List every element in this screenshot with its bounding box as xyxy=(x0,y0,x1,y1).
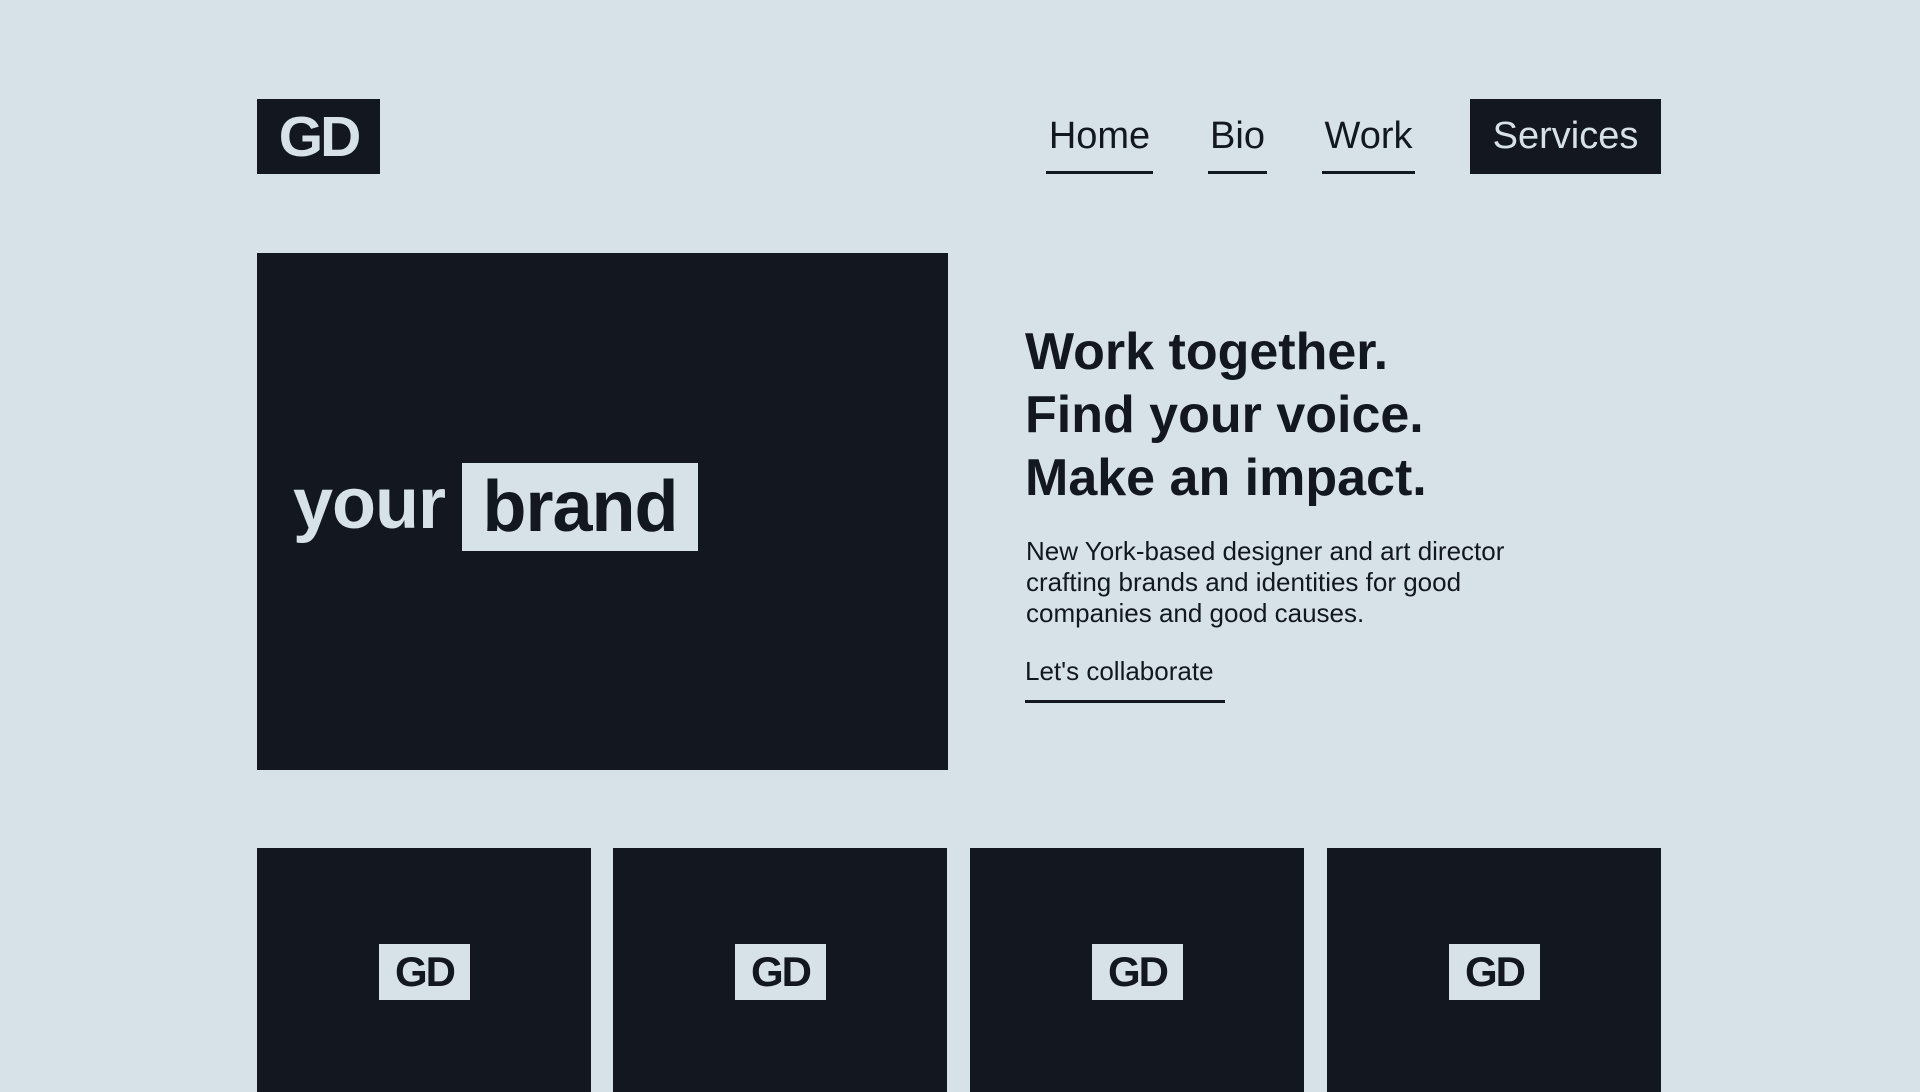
nav-services-button[interactable]: Services xyxy=(1470,99,1661,174)
main-nav: Home Bio Work Services xyxy=(0,99,1920,174)
work-tile[interactable]: GD xyxy=(613,848,947,1092)
work-tile[interactable]: GD xyxy=(970,848,1304,1092)
hero-card-highlight: brand xyxy=(462,463,698,551)
tile-logo: GD xyxy=(379,944,470,1000)
page: GD Home Bio Work Services your brand Wor… xyxy=(0,0,1920,1092)
tile-logo: GD xyxy=(1449,944,1540,1000)
hero-description: New York-based designer and art director… xyxy=(1026,536,1505,628)
collaborate-link[interactable]: Let's collaborate xyxy=(1025,656,1225,703)
headline-line: Work together. xyxy=(1025,323,1389,381)
hero-card-word: your xyxy=(293,464,446,544)
headline-line: Find your voice. xyxy=(1025,386,1424,444)
work-tile[interactable]: GD xyxy=(257,848,591,1092)
tile-logo: GD xyxy=(1092,944,1183,1000)
nav-work-link[interactable]: Work xyxy=(1322,99,1415,174)
hero-headline: Work together. Find your voice. Make an … xyxy=(1025,321,1427,510)
hero-brand-card: your brand xyxy=(257,253,948,770)
work-tile[interactable]: GD xyxy=(1327,848,1661,1092)
nav-bio-link[interactable]: Bio xyxy=(1208,99,1267,174)
headline-line: Make an impact. xyxy=(1025,449,1427,507)
nav-home-link[interactable]: Home xyxy=(1046,99,1153,174)
tile-logo: GD xyxy=(735,944,826,1000)
